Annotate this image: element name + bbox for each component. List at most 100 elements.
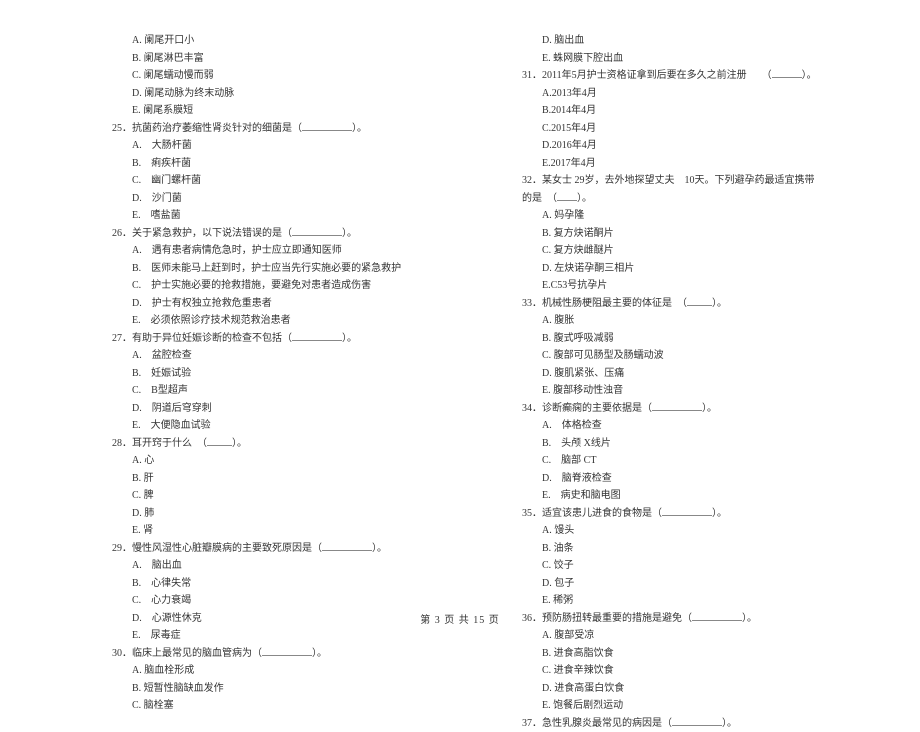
- option: C. 饺子: [510, 557, 820, 575]
- stem: 31．2011年5月护士资格证拿到后要在多久之前注册 （: [522, 70, 772, 81]
- tail: ）。: [232, 438, 247, 449]
- question-25: 25．抗菌药治疗萎缩性肾炎针对的细菌是（）。: [100, 120, 410, 138]
- question-33: 33．机械性肠梗阻最主要的体征是 （ ）。: [510, 295, 820, 313]
- option: E. 蛛网膜下腔出血: [510, 50, 820, 68]
- option: D. 阑尾动脉为终末动脉: [100, 85, 410, 103]
- option: B. 心律失常: [100, 575, 410, 593]
- option: A.2013年4月: [510, 85, 820, 103]
- tail: ）。: [712, 298, 727, 309]
- option: C. 护士实施必要的抢救措施，要避免对患者造成伤害: [100, 277, 410, 295]
- option: C. 心力衰竭: [100, 592, 410, 610]
- option: C. 阑尾蠕动慢而弱: [100, 67, 410, 85]
- option: A. 遇有患者病情危急时，护士应立即通知医师: [100, 242, 410, 260]
- option: B. 医师未能马上赶到时，护士应当先行实施必要的紧急救护: [100, 260, 410, 278]
- option: B. 阑尾淋巴丰富: [100, 50, 410, 68]
- option: E. 必须依照诊疗技术规范救治患者: [100, 312, 410, 330]
- page-footer: 第 3 页 共 15 页: [0, 611, 920, 626]
- option: E. 大便隐血试验: [100, 417, 410, 435]
- option: B. 头颅 X线片: [510, 435, 820, 453]
- option: A. 脑出血: [100, 557, 410, 575]
- option: A. 妈孕隆: [510, 207, 820, 225]
- option: E. 阑尾系膜短: [100, 102, 410, 120]
- blank: [292, 331, 342, 341]
- option: C. 幽门螺杆菌: [100, 172, 410, 190]
- option: D. 护士有权独立抢救危重患者: [100, 295, 410, 313]
- stem: 37．急性乳腺炎最常见的病因是（: [522, 718, 672, 729]
- tail: ）。: [372, 543, 387, 554]
- option: C. B型超声: [100, 382, 410, 400]
- question-34: 34．诊断癫痫的主要依据是（）。: [510, 400, 820, 418]
- blank: [772, 68, 802, 78]
- option: C. 腹部可见肠型及肠蠕动波: [510, 347, 820, 365]
- stem: 26．关于紧急救护，以下说法错误的是（: [112, 228, 292, 239]
- option: E.2017年4月: [510, 155, 820, 173]
- tail: ）。: [342, 228, 357, 239]
- option: A. 脑血栓形成: [100, 662, 410, 680]
- stem: 35．适宜该患儿进食的食物是（: [522, 508, 662, 519]
- option: A. 盆腔检查: [100, 347, 410, 365]
- blank: [322, 541, 372, 551]
- option: D. 阴道后穹穿刺: [100, 400, 410, 418]
- option: B. 痢疾杆菌: [100, 155, 410, 173]
- tail: ）。: [352, 123, 367, 134]
- option: B. 腹式呼吸减弱: [510, 330, 820, 348]
- blank: [292, 226, 342, 236]
- tail: ）。: [702, 403, 717, 414]
- tail: ）。: [342, 333, 357, 344]
- question-32: 32．某女士 29岁，去外地探望丈夫 10天。下列避孕药最适宜携带的是 （）。: [510, 172, 820, 207]
- blank: [652, 401, 702, 411]
- option: B. 肝: [100, 470, 410, 488]
- option: B. 短暂性脑缺血发作: [100, 680, 410, 698]
- option: D. 进食高蛋白饮食: [510, 680, 820, 698]
- stem: 33．机械性肠梗阻最主要的体征是 （: [522, 298, 687, 309]
- blank: [672, 716, 722, 726]
- option: C. 脾: [100, 487, 410, 505]
- option: E. 肾: [100, 522, 410, 540]
- option: C. 脑栓塞: [100, 697, 410, 715]
- option: D. 腹肌紧张、压痛: [510, 365, 820, 383]
- option: C. 脑部 CT: [510, 452, 820, 470]
- option: D. 沙门菌: [100, 190, 410, 208]
- option: E. 稀粥: [510, 592, 820, 610]
- question-29: 29．慢性风湿性心脏瓣膜病的主要致死原因是（ ）。: [100, 540, 410, 558]
- blank: [207, 436, 232, 446]
- option: C. 进食辛辣饮食: [510, 662, 820, 680]
- question-26: 26．关于紧急救护，以下说法错误的是（ ）。: [100, 225, 410, 243]
- blank: [302, 121, 352, 131]
- question-31: 31．2011年5月护士资格证拿到后要在多久之前注册 （）。: [510, 67, 820, 85]
- tail: ）。: [722, 718, 737, 729]
- option: D. 脑脊液检查: [510, 470, 820, 488]
- blank: [262, 646, 312, 656]
- option: E. 嗜盐菌: [100, 207, 410, 225]
- option: B. 妊娠试验: [100, 365, 410, 383]
- stem: 29．慢性风湿性心脏瓣膜病的主要致死原因是（: [112, 543, 322, 554]
- option: C.2015年4月: [510, 120, 820, 138]
- option: D. 左炔诺孕酮三相片: [510, 260, 820, 278]
- option: E. 腹部移动性浊音: [510, 382, 820, 400]
- option: B. 进食高脂饮食: [510, 645, 820, 663]
- option: D. 脑出血: [510, 32, 820, 50]
- option: A. 阑尾开口小: [100, 32, 410, 50]
- option: E. 病史和脑电图: [510, 487, 820, 505]
- option: E. 饱餐后剧烈运动: [510, 697, 820, 715]
- tail: ）。: [577, 193, 592, 204]
- option: A. 心: [100, 452, 410, 470]
- option: D. 肺: [100, 505, 410, 523]
- option: D.2016年4月: [510, 137, 820, 155]
- option: A. 体格检查: [510, 417, 820, 435]
- tail: ）。: [312, 648, 327, 659]
- question-30: 30．临床上最常见的脑血管病为（ ）。: [100, 645, 410, 663]
- option: C. 复方炔雌醚片: [510, 242, 820, 260]
- stem: 30．临床上最常见的脑血管病为（: [112, 648, 262, 659]
- question-27: 27．有助于异位妊娠诊断的检查不包括（ ）。: [100, 330, 410, 348]
- blank: [687, 296, 712, 306]
- option: A. 馒头: [510, 522, 820, 540]
- stem: 27．有助于异位妊娠诊断的检查不包括（: [112, 333, 292, 344]
- tail: ）。: [712, 508, 727, 519]
- option: A. 腹胀: [510, 312, 820, 330]
- option: B. 复方炔诺酮片: [510, 225, 820, 243]
- right-column: D. 脑出血 E. 蛛网膜下腔出血 31．2011年5月护士资格证拿到后要在多久…: [510, 32, 820, 732]
- option: A. 腹部受凉: [510, 627, 820, 645]
- stem: 28．耳开窍于什么 （: [112, 438, 207, 449]
- question-35: 35．适宜该患儿进食的食物是（ ）。: [510, 505, 820, 523]
